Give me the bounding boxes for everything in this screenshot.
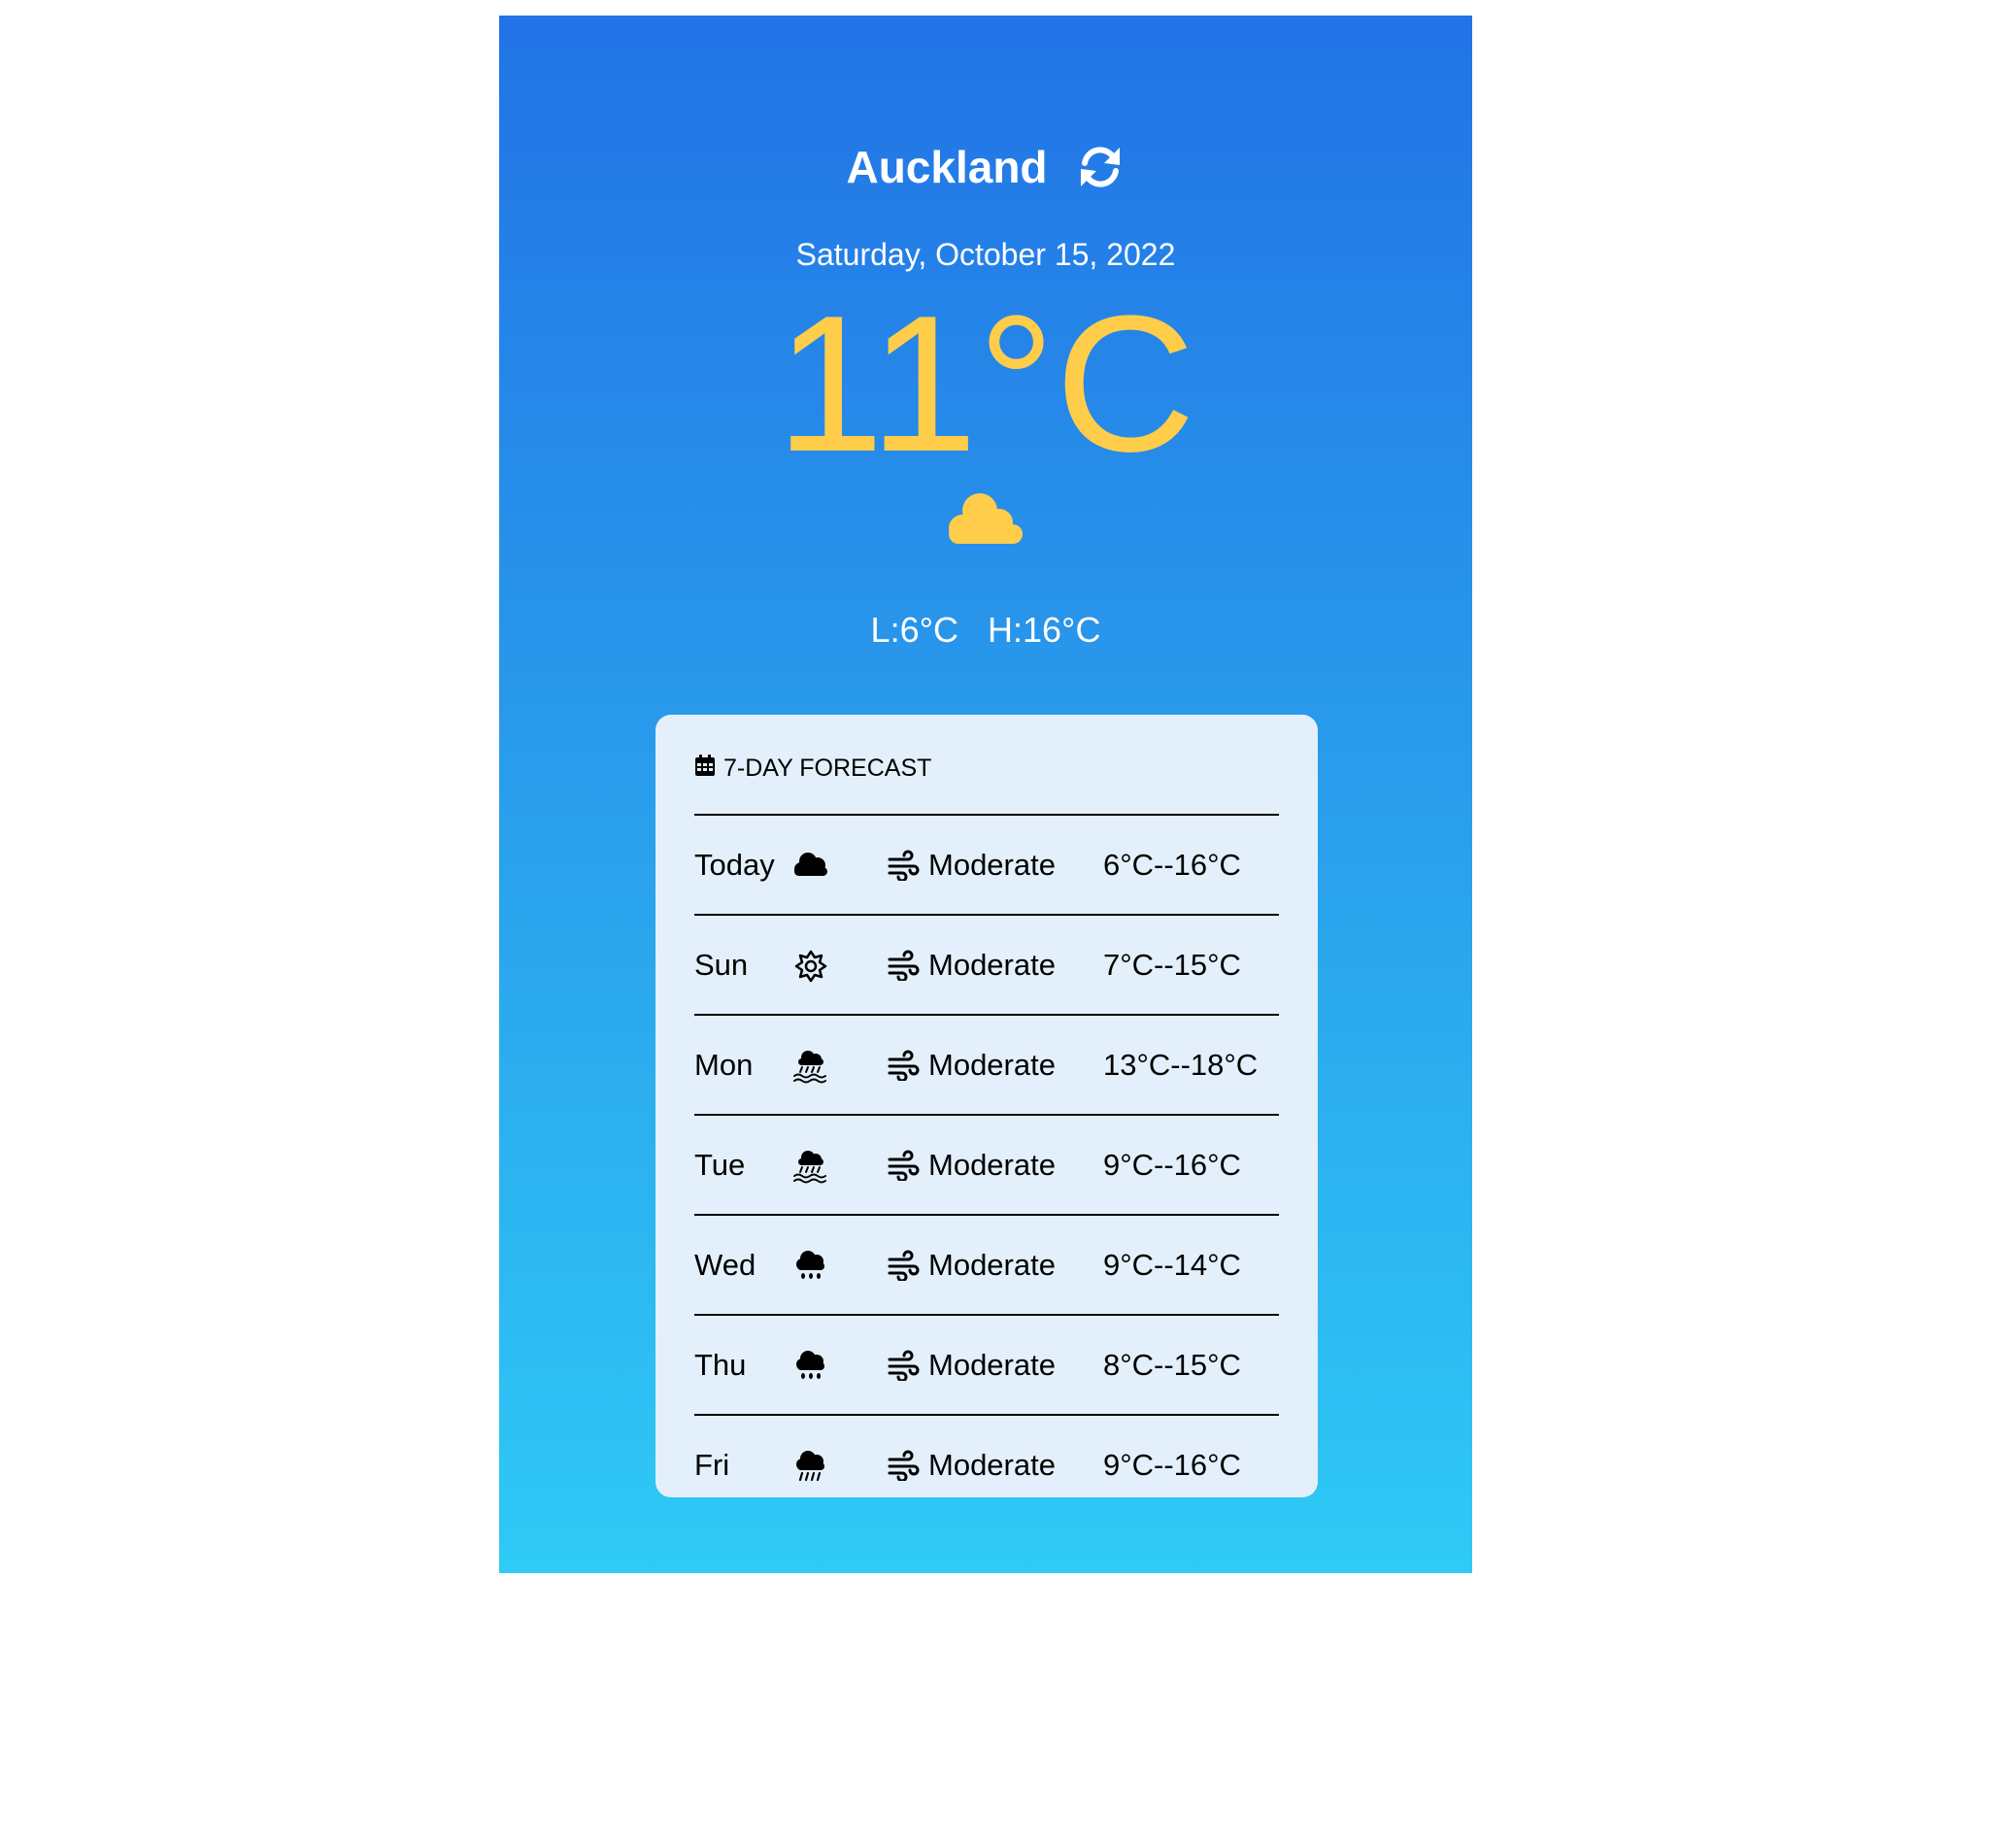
- forecast-wind: Moderate: [928, 1047, 1056, 1082]
- city-header: Auckland: [499, 128, 1472, 206]
- forecast-row: Tue Moderate 9°C--16°C: [694, 1114, 1279, 1214]
- cloud-rain-wave-icon: [790, 1116, 832, 1214]
- forecast-wind: Moderate: [928, 847, 1056, 882]
- high-temp: H:16°C: [988, 610, 1101, 650]
- forecast-wind: Moderate: [928, 1447, 1056, 1482]
- forecast-temp-range: 8°C--15°C: [1103, 1347, 1241, 1382]
- forecast-list: Today Moderate 6°C--16°C Sun Moderate 7°C--15…: [694, 814, 1279, 1514]
- forecast-header: 7-DAY FORECAST: [694, 754, 931, 783]
- forecast-row: Sun Moderate 7°C--15°C: [694, 914, 1279, 1014]
- wind-icon: [887, 1316, 920, 1414]
- forecast-temp-range: 6°C--16°C: [1103, 847, 1241, 882]
- forecast-day: Sun: [694, 947, 749, 982]
- forecast-row: Wed Moderate 9°C--14°C: [694, 1214, 1279, 1314]
- calendar-icon: [694, 754, 716, 784]
- wind-icon: [887, 1216, 920, 1314]
- wind-icon: [887, 816, 920, 914]
- forecast-day: Thu: [694, 1347, 747, 1382]
- cloud-icon: [945, 487, 1026, 557]
- forecast-temp-range: 9°C--16°C: [1103, 1147, 1241, 1182]
- forecast-row: Thu Moderate 8°C--15°C: [694, 1314, 1279, 1414]
- forecast-wind: Moderate: [928, 1247, 1056, 1282]
- forecast-temp-range: 9°C--14°C: [1103, 1247, 1241, 1282]
- forecast-temp-range: 13°C--18°C: [1103, 1047, 1259, 1082]
- weather-app: Auckland Saturday, October 15, 2022 11°C…: [499, 16, 1472, 1573]
- forecast-day: Wed: [694, 1247, 756, 1282]
- sun-icon: [790, 916, 832, 1014]
- low-temp: L:6°C: [870, 610, 958, 650]
- forecast-day: Today: [694, 847, 775, 882]
- forecast-day: Tue: [694, 1147, 746, 1182]
- forecast-day: Mon: [694, 1047, 754, 1082]
- cloud-rain-wave-icon: [790, 1016, 832, 1114]
- forecast-row: Today Moderate 6°C--16°C: [694, 814, 1279, 914]
- city-name: Auckland: [846, 142, 1048, 192]
- forecast-wind: Moderate: [928, 1347, 1056, 1382]
- cloud-rain-icon: [790, 1416, 832, 1514]
- low-high: L:6°C H:16°C: [499, 610, 1472, 651]
- current-temperature: 11°C: [775, 276, 1196, 492]
- forecast-day: Fri: [694, 1447, 730, 1482]
- forecast-temp-range: 7°C--15°C: [1103, 947, 1241, 982]
- forecast-row: Fri Moderate 9°C--16°C: [694, 1414, 1279, 1514]
- wind-icon: [887, 916, 920, 1014]
- cloud-drizzle-icon: [790, 1216, 832, 1314]
- wind-icon: [887, 1016, 920, 1114]
- forecast-row: Mon Moderate 13°C--18°C: [694, 1014, 1279, 1114]
- forecast-wind: Moderate: [928, 1147, 1056, 1182]
- refresh-icon[interactable]: [1075, 142, 1126, 192]
- cloud-drizzle-icon: [790, 1316, 832, 1414]
- forecast-card: 7-DAY FORECAST Today Moderate 6°C--16°C Sun…: [655, 715, 1318, 1497]
- wind-icon: [887, 1116, 920, 1214]
- forecast-wind: Moderate: [928, 947, 1056, 982]
- wind-icon: [887, 1416, 920, 1514]
- forecast-title: 7-DAY FORECAST: [723, 754, 932, 782]
- cloud-icon: [790, 816, 832, 914]
- current-date: Saturday, October 15, 2022: [795, 237, 1176, 272]
- forecast-temp-range: 9°C--16°C: [1103, 1447, 1241, 1482]
